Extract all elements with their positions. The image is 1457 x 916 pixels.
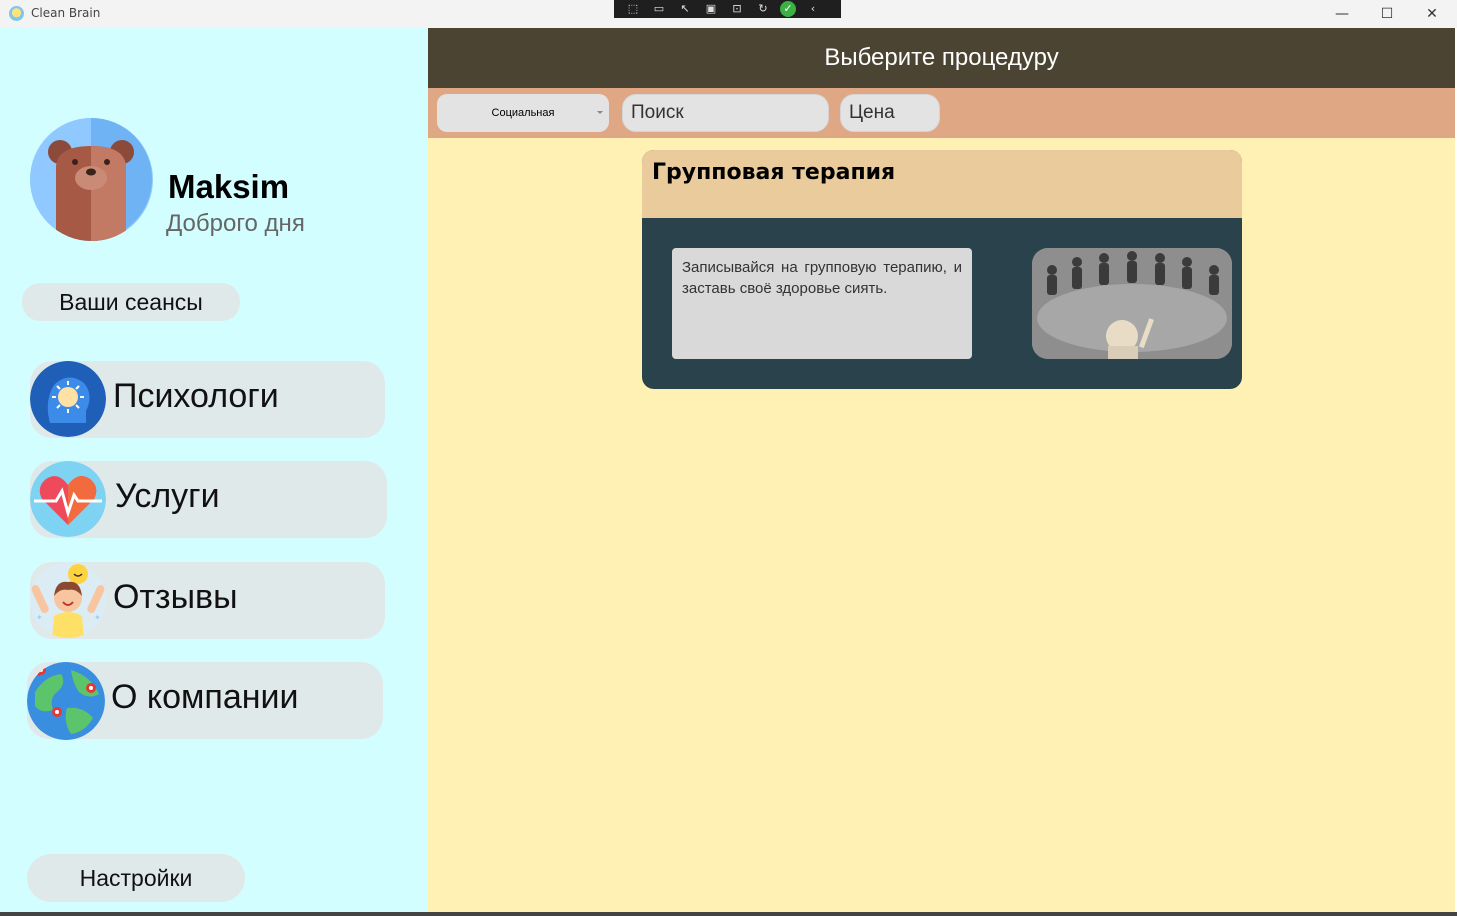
brain-head-icon	[30, 361, 106, 437]
nav-label-about: О компании	[111, 678, 299, 716]
frame-icon[interactable]: ▣	[702, 2, 720, 16]
user-name: Maksim	[168, 168, 290, 205]
your-sessions-button[interactable]: Ваши сеансы	[22, 283, 240, 321]
happy-girl-icon: ✦ ✦	[30, 562, 106, 638]
search-input[interactable]: Поиск	[622, 94, 829, 132]
hot-reload-icon[interactable]: ↻	[754, 2, 772, 16]
app-logo-icon	[9, 6, 24, 21]
bear-avatar-icon	[30, 118, 152, 241]
filter-bar: Социальная Поиск Цена	[428, 88, 1455, 138]
price-input[interactable]: Цена	[840, 94, 940, 132]
svg-text:✦: ✦	[36, 613, 43, 622]
card-header: Групповая терапия	[642, 150, 1242, 218]
nav-label-psychologists: Психологи	[113, 377, 279, 415]
nav-item-psychologists[interactable]: Психологи	[30, 361, 385, 438]
window-title: Clean Brain	[31, 6, 101, 20]
ok-icon[interactable]: ✓	[780, 1, 796, 17]
collapse-icon[interactable]: ‹	[804, 2, 822, 16]
card-description: Записывайся на групповую терапию, и заст…	[672, 248, 972, 359]
nav-label-reviews: Отзывы	[113, 578, 238, 616]
nav-item-reviews[interactable]: ✦ ✦ Отзывы	[30, 562, 385, 639]
settings-button[interactable]: Настройки	[27, 854, 245, 902]
page-title: Выберите процедуру	[428, 28, 1455, 88]
maximize-button[interactable]: ☐	[1364, 0, 1410, 28]
chevron-down-icon	[597, 111, 603, 114]
pointer-icon[interactable]: ↖	[676, 2, 694, 16]
user-greeting: Доброго дня	[166, 210, 305, 237]
sidebar: Maksim Доброго дня Ваши сеансы Психологи…	[0, 28, 428, 914]
heart-pulse-icon	[30, 461, 106, 537]
main-content: Выберите процедуру Социальная Поиск Цена…	[428, 28, 1455, 914]
inspect-icon[interactable]: ⊡	[728, 2, 746, 16]
card-title: Групповая терапия	[652, 160, 896, 185]
app-window: Clean Brain ⬚ ▭ ↖ ▣ ⊡ ↻ ✓ ‹ — ☐ ✕ Maksim…	[0, 0, 1457, 916]
svg-text:✦: ✦	[94, 613, 101, 622]
taskbar-edge	[0, 912, 1457, 916]
nav-item-services[interactable]: Услуги	[30, 461, 387, 538]
category-dropdown[interactable]: Социальная	[437, 94, 609, 132]
globe-pins-icon	[27, 662, 105, 740]
select-element-icon[interactable]: ⬚	[624, 2, 642, 16]
title-bar: Clean Brain ⬚ ▭ ↖ ▣ ⊡ ↻ ✓ ‹ — ☐ ✕	[0, 0, 1457, 28]
category-selected-value: Социальная	[491, 107, 555, 119]
procedure-card[interactable]: Групповая терапия Записывайся на группов…	[642, 150, 1242, 389]
close-button[interactable]: ✕	[1409, 0, 1455, 28]
debug-toolbar: ⬚ ▭ ↖ ▣ ⊡ ↻ ✓ ‹	[614, 0, 841, 18]
nav-label-services: Услуги	[115, 477, 220, 515]
group-therapy-photo	[1032, 248, 1232, 359]
avatar[interactable]	[30, 118, 153, 241]
nav-item-about[interactable]: О компании	[27, 662, 383, 740]
record-icon[interactable]: ▭	[650, 2, 668, 16]
minimize-button[interactable]: —	[1319, 0, 1365, 28]
